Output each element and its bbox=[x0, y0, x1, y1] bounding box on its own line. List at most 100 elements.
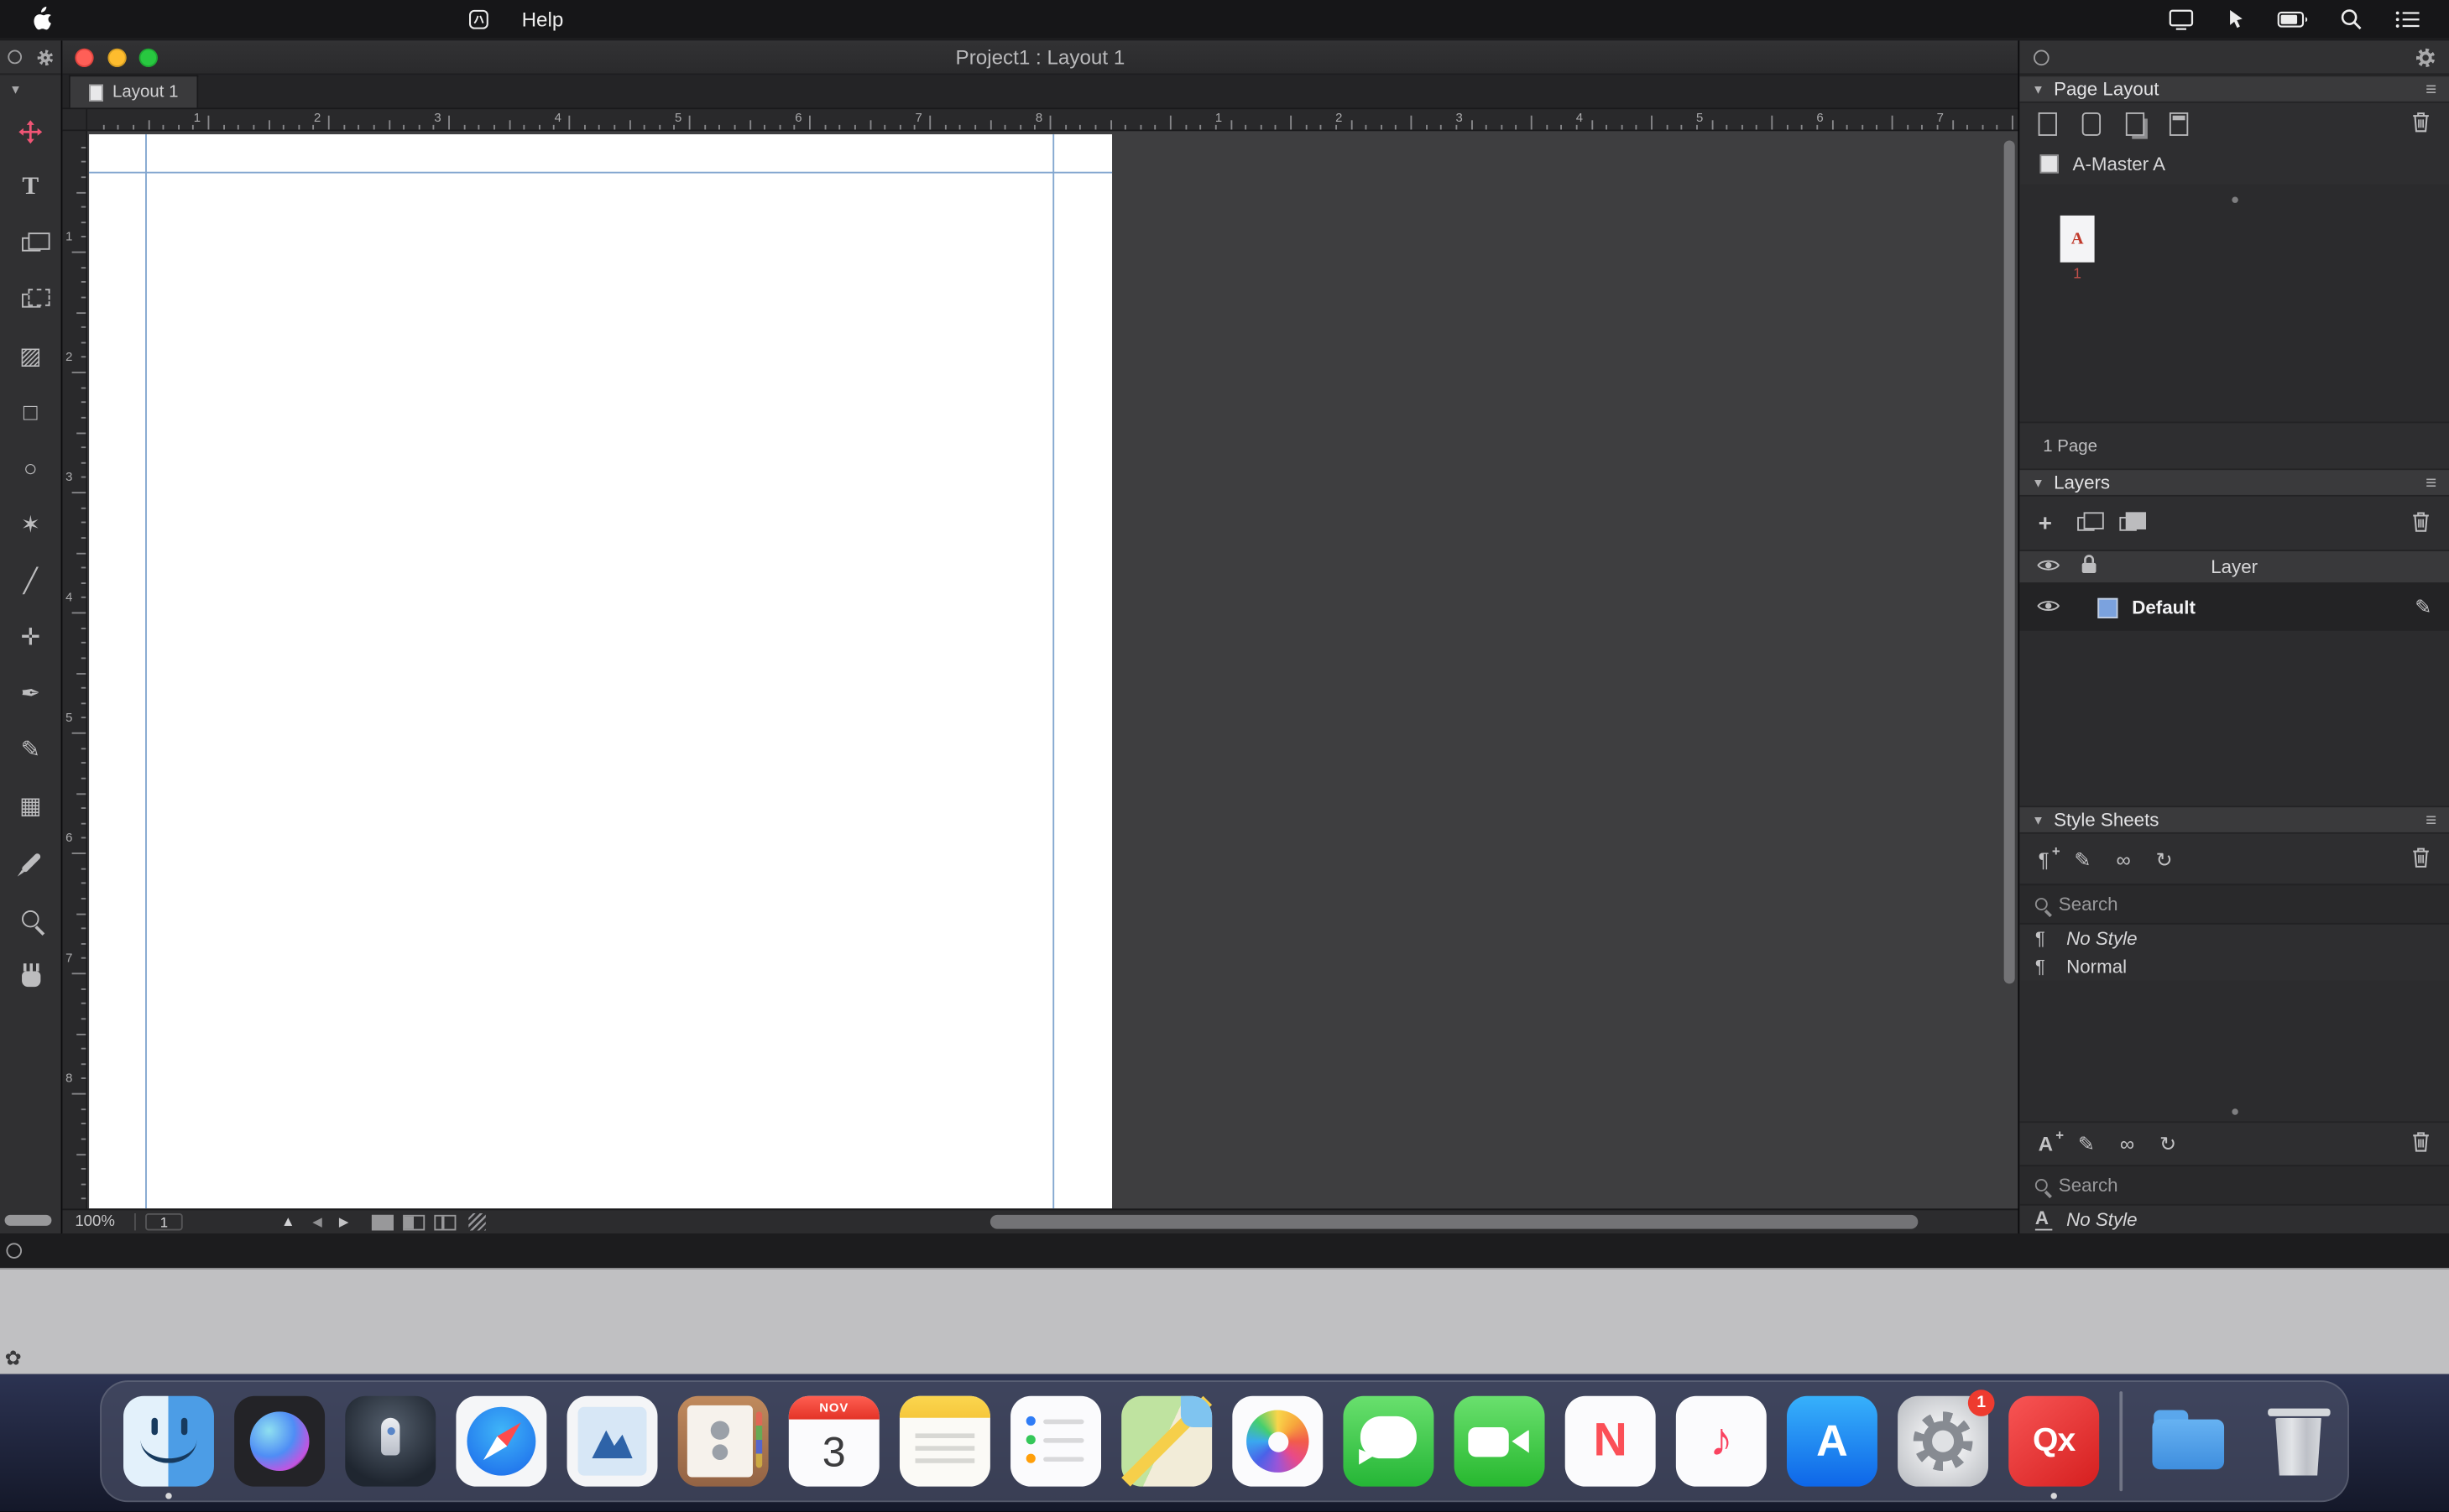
duplicate-layer-icon[interactable] bbox=[2077, 516, 2094, 530]
merge-layers-icon[interactable] bbox=[2119, 516, 2136, 530]
update-style-chain-icon[interactable]: ∞ bbox=[2116, 848, 2130, 868]
edit-style-pencil-icon[interactable]: ✎ bbox=[2074, 848, 2091, 868]
style-sheets-palette-header[interactable]: ▼ Style Sheets ≡ bbox=[2019, 806, 2449, 833]
dock-contacts[interactable] bbox=[678, 1396, 769, 1487]
menu-help[interactable]: Help bbox=[504, 7, 581, 30]
text-content-tool[interactable]: T bbox=[0, 159, 61, 216]
split-window-icon[interactable] bbox=[468, 1213, 485, 1230]
character-style-no-style[interactable]: A No Style bbox=[2019, 1206, 2449, 1233]
eyedropper-tool[interactable] bbox=[0, 834, 61, 890]
page-view-icon[interactable] bbox=[372, 1214, 394, 1230]
character-style-search-field[interactable]: Search bbox=[2019, 1165, 2449, 1205]
tab-layout-1[interactable]: Layout 1 bbox=[69, 75, 199, 107]
dock-news[interactable]: N bbox=[1565, 1396, 1656, 1487]
text-linking-tool[interactable] bbox=[0, 216, 61, 272]
layer-row-default[interactable]: Default ✎ bbox=[2019, 584, 2449, 631]
update-style-chain-icon[interactable]: ∞ bbox=[2120, 1134, 2134, 1154]
point-selection-tool[interactable]: ✛ bbox=[0, 609, 61, 665]
edit-style-pencil-icon[interactable]: ✎ bbox=[2078, 1134, 2095, 1154]
pointer-icon[interactable] bbox=[2226, 7, 2246, 30]
refresh-style-icon[interactable]: ↻ bbox=[2155, 848, 2172, 868]
paragraph-style-normal[interactable]: ¶ Normal bbox=[2019, 952, 2449, 980]
zoom-level[interactable]: 100% bbox=[75, 1213, 115, 1230]
palette-gear-icon[interactable] bbox=[38, 50, 54, 65]
dock-music[interactable]: ♪ bbox=[1676, 1396, 1767, 1487]
battery-icon[interactable] bbox=[2277, 10, 2308, 27]
palette-close-icon[interactable] bbox=[8, 50, 22, 65]
applescript-menu-icon[interactable] bbox=[453, 8, 504, 29]
dock-safari[interactable] bbox=[456, 1396, 546, 1487]
menu-list-icon[interactable] bbox=[2394, 8, 2421, 29]
minimize-button[interactable] bbox=[107, 49, 125, 67]
dock-photos[interactable] bbox=[1232, 1396, 1323, 1487]
horizontal-scrollbar[interactable] bbox=[990, 1215, 1918, 1229]
dock-mail[interactable] bbox=[567, 1396, 658, 1487]
rectangle-box-tool[interactable]: □ bbox=[0, 384, 61, 441]
canvas[interactable] bbox=[87, 131, 2018, 1208]
dock-messages[interactable] bbox=[1343, 1396, 1433, 1487]
page-thumbnail[interactable]: A bbox=[2060, 216, 2095, 263]
palette-menu-icon[interactable]: ≡ bbox=[2426, 809, 2436, 831]
new-character-style-icon[interactable]: A+ bbox=[2039, 1134, 2053, 1154]
tools-collapse-control[interactable]: ▼ bbox=[0, 75, 61, 102]
dock-appstore[interactable]: A bbox=[1787, 1396, 1877, 1487]
vertical-ruler[interactable]: 12345678 bbox=[62, 131, 87, 1208]
bezier-pen-tool[interactable]: ✒ bbox=[0, 665, 61, 722]
text-unlinking-tool[interactable] bbox=[0, 272, 61, 328]
master-page-icon[interactable] bbox=[2170, 112, 2188, 135]
dock-reminders[interactable] bbox=[1010, 1396, 1101, 1487]
pan-tool[interactable] bbox=[0, 946, 61, 1003]
page[interactable] bbox=[89, 134, 1112, 1208]
palette-menu-icon[interactable]: ≡ bbox=[2426, 78, 2436, 100]
palette-resize-handle[interactable] bbox=[2231, 1108, 2237, 1114]
previous-page-icon[interactable]: ◀ bbox=[312, 1214, 321, 1228]
item-tool[interactable] bbox=[0, 103, 61, 159]
window-title-bar[interactable]: Project1 : Layout 1 bbox=[62, 40, 2018, 75]
zoom-tool[interactable] bbox=[0, 890, 61, 946]
page-number-field[interactable]: 1 bbox=[145, 1213, 183, 1230]
insert-single-page-icon[interactable] bbox=[2039, 112, 2057, 135]
dock-finder[interactable] bbox=[123, 1396, 214, 1487]
page-layout-palette-header[interactable]: ▼ Page Layout ≡ bbox=[2019, 75, 2449, 102]
dock-facetime[interactable] bbox=[1454, 1396, 1545, 1487]
palette-gear-icon[interactable] bbox=[2416, 48, 2435, 66]
dock-trash[interactable] bbox=[2253, 1396, 2343, 1487]
table-tool[interactable]: ▦ bbox=[0, 778, 61, 834]
palette-close-icon[interactable] bbox=[6, 1243, 22, 1259]
palette-menu-icon[interactable]: ≡ bbox=[2426, 472, 2436, 493]
layer-visibility-eye-icon[interactable] bbox=[2037, 597, 2060, 618]
screen-mirroring-icon[interactable] bbox=[2168, 7, 2195, 30]
tools-scroll-indicator[interactable] bbox=[5, 1215, 52, 1226]
dock-notes[interactable] bbox=[900, 1396, 990, 1487]
insert-facing-page-icon[interactable] bbox=[2082, 112, 2101, 135]
measurements-palette[interactable]: ✿ bbox=[0, 1268, 2449, 1374]
line-tool[interactable]: ╱ bbox=[0, 553, 61, 609]
zoom-button[interactable] bbox=[139, 49, 158, 67]
spread-view-icon[interactable] bbox=[403, 1214, 425, 1230]
page-popup-icon[interactable]: ▲ bbox=[281, 1213, 295, 1229]
paragraph-style-search-field[interactable]: Search bbox=[2019, 884, 2449, 924]
apple-menu-icon[interactable] bbox=[16, 6, 76, 33]
palette-resize-handle[interactable] bbox=[2231, 196, 2237, 202]
delete-style-icon[interactable] bbox=[2411, 846, 2430, 873]
layers-palette-header[interactable]: ▼ Layers ≡ bbox=[2019, 468, 2449, 496]
horizontal-ruler[interactable]: 123456781234567 bbox=[87, 109, 2018, 131]
page-thumbnails-area[interactable]: A 1 bbox=[2019, 185, 2449, 422]
dock-separator[interactable] bbox=[2119, 1391, 2122, 1491]
delete-page-icon[interactable] bbox=[2411, 110, 2430, 137]
master-page-row[interactable]: A-Master A bbox=[2019, 143, 2449, 184]
starburst-tool[interactable]: ✶ bbox=[0, 497, 61, 553]
close-button[interactable] bbox=[75, 49, 93, 67]
picture-content-tool[interactable]: ▨ bbox=[0, 328, 61, 384]
paragraph-style-no-style[interactable]: ¶ No Style bbox=[2019, 925, 2449, 952]
vertical-scrollbar[interactable] bbox=[2004, 140, 2015, 983]
dock-maps[interactable] bbox=[1121, 1396, 1212, 1487]
dock-launchpad[interactable] bbox=[345, 1396, 436, 1487]
new-layer-icon[interactable]: + bbox=[2039, 511, 2052, 534]
dock-quark[interactable]: Qx bbox=[2008, 1396, 2099, 1487]
spotlight-icon[interactable] bbox=[2340, 7, 2363, 30]
duplicate-page-icon[interactable] bbox=[2126, 112, 2144, 135]
palette-close-icon[interactable] bbox=[2034, 50, 2050, 65]
new-paragraph-style-icon[interactable]: ¶+ bbox=[2039, 848, 2050, 868]
dock-calendar[interactable]: NOV 3 bbox=[789, 1396, 880, 1487]
